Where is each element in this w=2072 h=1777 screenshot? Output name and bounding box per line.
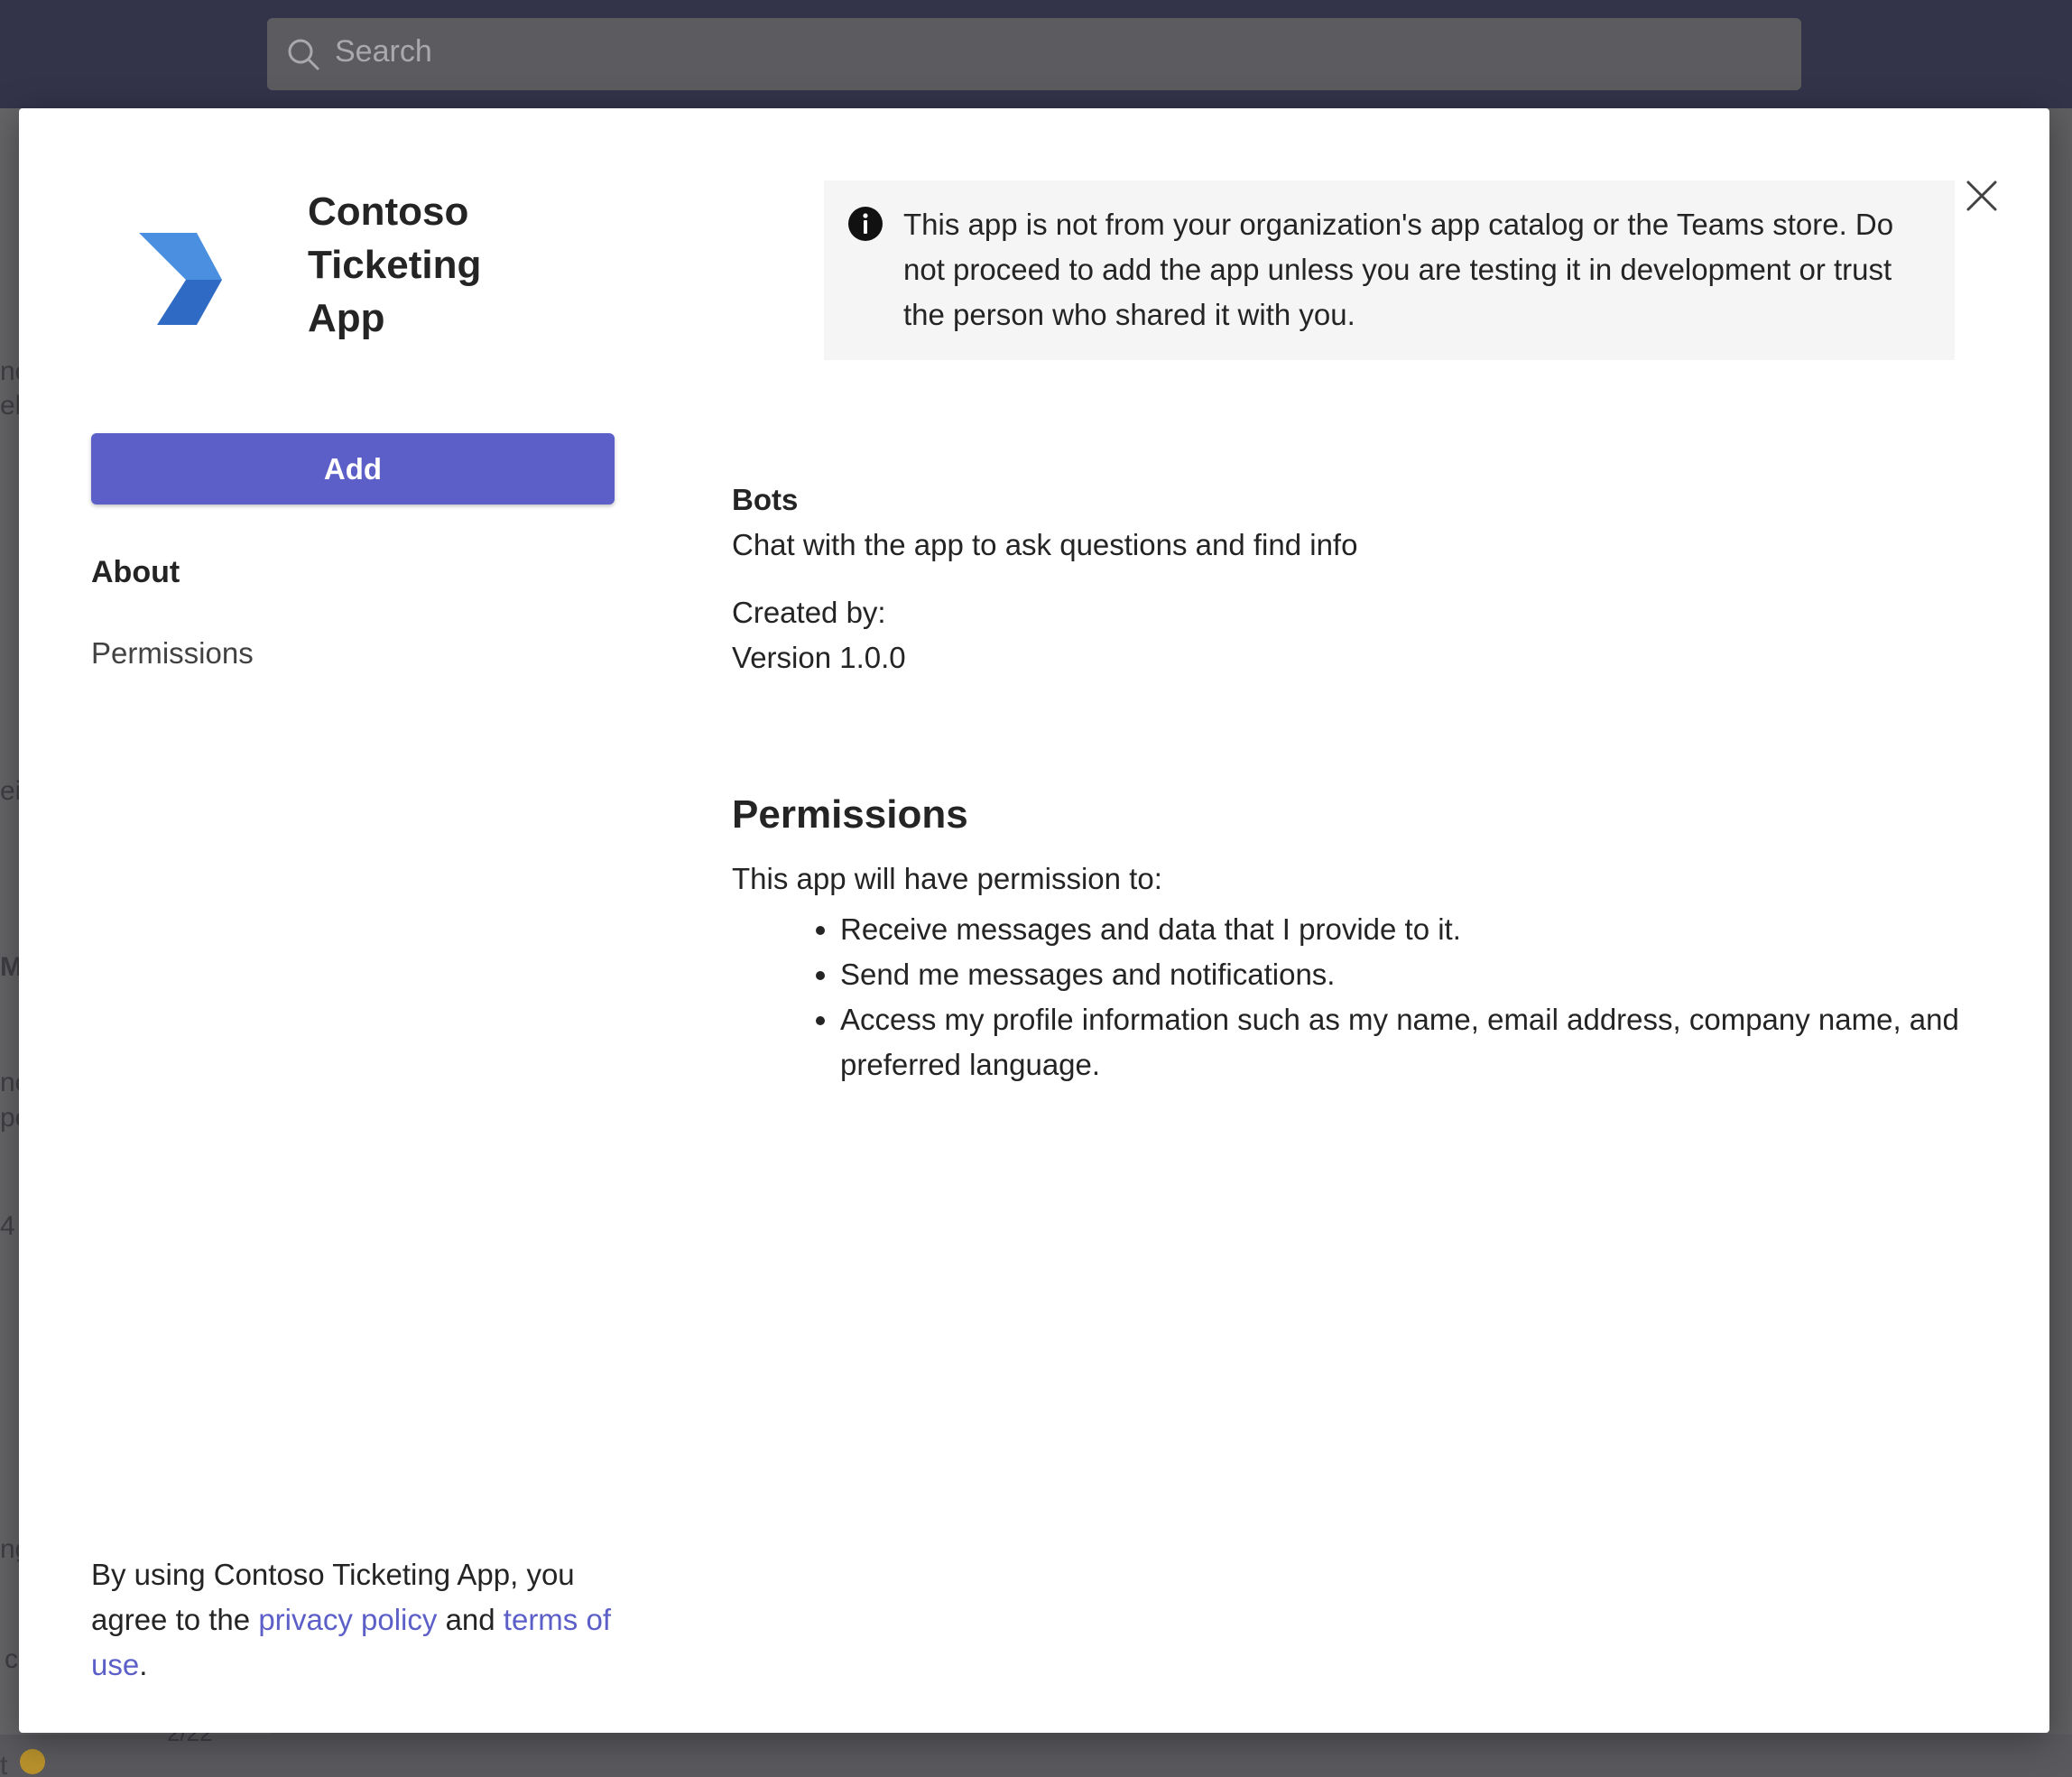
info-icon	[848, 207, 883, 241]
search-icon	[288, 39, 319, 70]
background-text: c	[5, 1644, 18, 1674]
warning-text: This app is not from your organization's…	[903, 208, 1894, 331]
permissions-list: Receive messages and data that I provide…	[732, 907, 1968, 1087]
emoji-icon	[20, 1749, 45, 1774]
warning-banner: This app is not from your organization's…	[824, 180, 1955, 360]
privacy-policy-link[interactable]: privacy policy	[258, 1603, 437, 1636]
search-input[interactable]: Search	[267, 18, 1801, 90]
app-title-line: Ticketing	[308, 243, 482, 287]
background-text: t	[0, 1751, 8, 1777]
permissions-intro: This app will have permission to:	[732, 862, 1162, 895]
search-placeholder: Search	[335, 34, 432, 69]
version-label: Version 1.0.0	[732, 641, 906, 674]
app-install-dialog: Contoso Ticketing App Add About Permissi…	[19, 108, 2049, 1733]
terms-and: and	[445, 1603, 495, 1636]
background-compose-toolbar	[0, 1735, 2072, 1777]
close-button[interactable]	[1959, 173, 2004, 218]
add-button[interactable]: Add	[91, 433, 615, 504]
permissions-heading: Permissions	[732, 792, 968, 837]
app-title-line: Contoso	[308, 190, 469, 234]
terms-suffix: .	[139, 1648, 148, 1681]
background-text: ei	[0, 776, 22, 806]
created-by-label: Created by:	[732, 596, 886, 629]
nav-item-permissions[interactable]: Permissions	[91, 636, 254, 671]
permission-item: Receive messages and data that I provide…	[840, 907, 1968, 952]
app-title-line: App	[308, 296, 385, 340]
top-bar: Search	[0, 0, 2072, 108]
permission-item: Send me messages and notifications.	[840, 952, 1968, 997]
nav-item-about[interactable]: About	[91, 555, 180, 590]
contoso-app-logo-icon	[139, 233, 222, 325]
close-icon	[1966, 180, 1997, 211]
background-text: 4	[0, 1211, 15, 1241]
bots-description: Chat with the app to ask questions and f…	[732, 528, 1358, 561]
permission-item: Access my profile information such as my…	[840, 997, 1968, 1087]
app-title: Contoso Ticketing App	[308, 185, 669, 345]
bots-heading: Bots	[732, 483, 799, 516]
terms-notice: By using Contoso Ticketing App, you agre…	[91, 1552, 633, 1688]
